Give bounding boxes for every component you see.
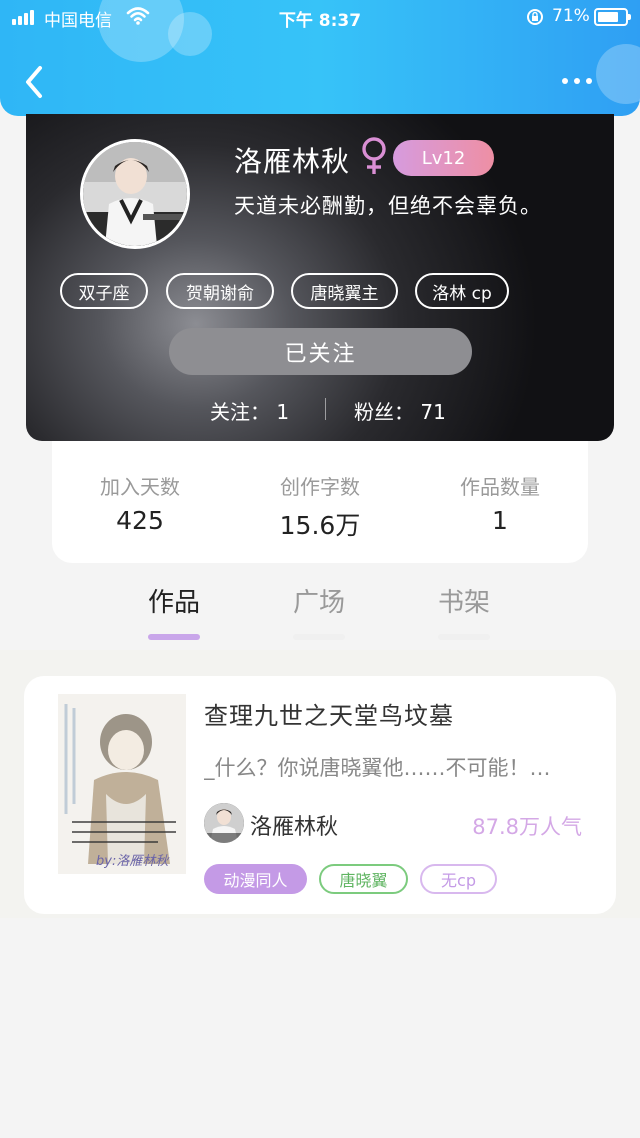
- work-chip[interactable]: 动漫同人: [204, 864, 307, 894]
- work-cover[interactable]: by:洛雁林秋: [58, 694, 186, 874]
- following-stat[interactable]: 关注： 1: [210, 396, 289, 425]
- author-name: 洛雁林秋: [250, 815, 339, 840]
- tab-works[interactable]: 作品: [124, 582, 224, 640]
- cover-image: [58, 694, 186, 874]
- battery-icon: [594, 8, 631, 26]
- work-chip[interactable]: 无cp: [420, 864, 497, 894]
- stat-label: 作品数量: [460, 475, 540, 499]
- status-bar: 中国电信 下午 8:37 71%: [0, 0, 640, 34]
- work-excerpt: _什么？你说唐晓翼他……不可能！…: [204, 756, 551, 780]
- stat-works-count: 作品数量 1: [420, 471, 580, 535]
- following-count: 1: [276, 400, 290, 424]
- stats-card: 加入天数 425 创作字数 15.6万 作品数量 1: [52, 441, 588, 563]
- author-avatar: [204, 803, 244, 843]
- tab-label: 书架: [437, 588, 490, 618]
- tab-label: 作品: [147, 588, 200, 618]
- tab-bookshelf[interactable]: 书架: [414, 582, 514, 640]
- top-header: 中国电信 下午 8:37 71%: [0, 0, 640, 116]
- more-dot: [586, 78, 592, 84]
- content-tabs: 作品 广场 书架: [0, 574, 640, 650]
- stat-join-days: 加入天数 425: [60, 471, 220, 535]
- level-badge: Lv12: [393, 140, 494, 176]
- stat-word-count: 创作字数 15.6万: [240, 471, 400, 542]
- work-card[interactable]: by:洛雁林秋 查理九世之天堂鸟坟墓 _什么？你说唐晓翼他……不可能！… 洛雁林…: [24, 676, 616, 914]
- author-avatar-image: [204, 803, 244, 843]
- more-options-button[interactable]: [562, 66, 602, 96]
- popularity-count: 87.8万人气: [472, 815, 582, 839]
- divider: [325, 398, 326, 420]
- profile-tag[interactable]: 唐晓翼主: [291, 273, 398, 309]
- tab-active-indicator: [148, 634, 200, 640]
- back-button[interactable]: [18, 62, 52, 102]
- tab-square[interactable]: 广场: [269, 582, 369, 640]
- stat-value: 1: [492, 506, 508, 535]
- rotation-lock-icon: [527, 9, 543, 25]
- work-chip[interactable]: 唐晓翼: [319, 864, 408, 894]
- status-time: 下午 8:37: [278, 11, 362, 31]
- profile-tag[interactable]: 贺朝谢俞: [166, 273, 274, 309]
- username: 洛雁林秋: [234, 145, 351, 178]
- tab-indicator: [293, 634, 345, 640]
- user-bio: 天道未必酬勤，但绝不会辜负。: [234, 194, 542, 218]
- profile-card: 洛雁林秋 Lv12 天道未必酬勤，但绝不会辜负。 双子座 贺朝谢俞 唐晓翼主 洛…: [26, 114, 614, 441]
- more-dot: [574, 78, 580, 84]
- stat-label: 创作字数: [280, 475, 360, 499]
- avatar-image: [83, 142, 187, 246]
- follow-button[interactable]: 已关注: [169, 328, 472, 375]
- following-label: 关注：: [210, 400, 270, 424]
- followers-count: 71: [420, 400, 446, 424]
- battery-percent: 71%: [552, 6, 590, 26]
- tab-indicator: [438, 634, 490, 640]
- decor-bubble: [596, 44, 640, 104]
- female-icon: [362, 137, 386, 174]
- cover-watermark: by:洛雁林秋: [96, 854, 169, 869]
- followers-label: 粉丝：: [354, 400, 414, 424]
- more-dot: [562, 78, 568, 84]
- profile-tag[interactable]: 洛林 cp: [415, 273, 509, 309]
- stat-value: 15.6万: [279, 511, 361, 540]
- followers-stat[interactable]: 粉丝： 71: [354, 396, 446, 425]
- work-title[interactable]: 查理九世之天堂鸟坟墓: [204, 696, 454, 731]
- user-avatar[interactable]: [80, 139, 190, 249]
- profile-tag[interactable]: 双子座: [60, 273, 148, 309]
- stat-label: 加入天数: [100, 475, 180, 499]
- stat-value: 425: [116, 506, 164, 535]
- tab-label: 广场: [292, 588, 345, 618]
